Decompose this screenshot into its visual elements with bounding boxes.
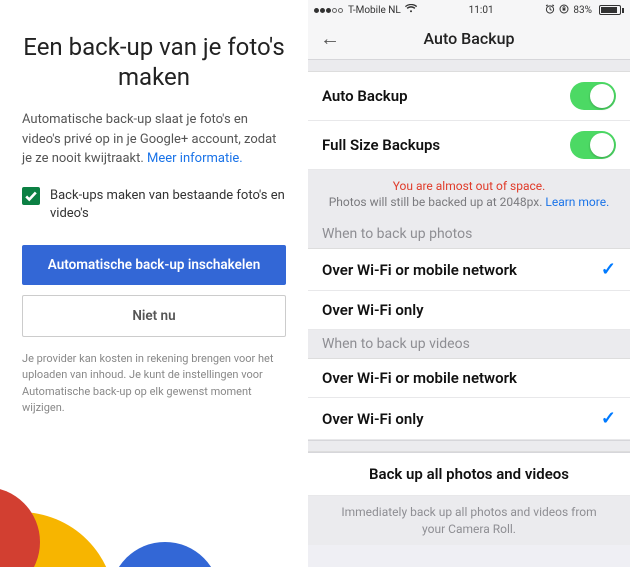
battery-icon	[596, 5, 624, 15]
checkbox-icon[interactable]	[22, 187, 40, 205]
checkmark-icon: ✓	[601, 259, 616, 280]
option-label: Over Wi-Fi only	[322, 301, 424, 319]
section-header-photos: When to back up photos	[308, 220, 630, 249]
auto-backup-toggle-row[interactable]: Auto Backup	[308, 72, 630, 121]
orientation-lock-icon	[559, 4, 569, 17]
section-header-videos: When to back up videos	[308, 330, 630, 359]
learn-more-link[interactable]: Learn more.	[545, 195, 609, 209]
storage-warning: You are almost out of space. Photos will…	[308, 170, 630, 220]
onboarding-dialog: Een back-up van je foto's maken Automati…	[0, 0, 308, 567]
row-label: Auto Backup	[322, 87, 408, 105]
existing-backup-checkbox-row[interactable]: Back-ups maken van bestaande foto's en v…	[22, 187, 286, 223]
nav-bar: ← Auto Backup	[308, 18, 630, 60]
enable-backup-button[interactable]: Automatische back-up inschakelen	[22, 245, 286, 285]
photos-option-wifi-only[interactable]: Over Wi-Fi only	[308, 291, 630, 330]
full-size-toggle-row[interactable]: Full Size Backups	[308, 121, 630, 170]
not-now-button[interactable]: Niet nu	[22, 295, 286, 337]
option-label: Over Wi-Fi only	[322, 410, 424, 428]
wifi-icon	[405, 4, 417, 16]
videos-option-wifi-mobile[interactable]: Over Wi-Fi or mobile network	[308, 359, 630, 398]
settings-screen: T-Mobile NL 11:01 83% ← Auto Backup	[308, 0, 630, 567]
status-time: 11:01	[469, 5, 494, 16]
warning-title: You are almost out of space.	[324, 178, 614, 194]
toggle-switch[interactable]	[570, 131, 616, 159]
option-label: Over Wi-Fi or mobile network	[322, 261, 517, 279]
carrier-label: T-Mobile NL	[348, 5, 401, 16]
videos-option-wifi-only[interactable]: Over Wi-Fi only ✓	[308, 398, 630, 440]
status-bar: T-Mobile NL 11:01 83%	[308, 0, 630, 18]
back-button[interactable]: ←	[308, 26, 352, 51]
description: Automatische back-up slaat je foto's en …	[22, 110, 286, 169]
photos-option-wifi-mobile[interactable]: Over Wi-Fi or mobile network ✓	[308, 249, 630, 291]
checkmark-icon: ✓	[601, 408, 616, 429]
warning-subtitle: Photos will still be backed up at 2048px…	[329, 195, 543, 209]
alarm-icon	[545, 4, 555, 17]
backup-all-button[interactable]: Back up all photos and videos	[308, 452, 630, 496]
action-footnote: Immediately back up all photos and video…	[308, 496, 630, 544]
page-title: Een back-up van je foto's maken	[22, 32, 286, 92]
battery-pct: 83%	[573, 5, 592, 16]
signal-icon	[314, 5, 344, 16]
nav-title: Auto Backup	[308, 29, 630, 48]
row-label: Full Size Backups	[322, 136, 440, 154]
checkbox-label: Back-ups maken van bestaande foto's en v…	[50, 187, 286, 223]
more-info-link[interactable]: Meer informatie.	[147, 151, 243, 166]
option-label: Over Wi-Fi or mobile network	[322, 369, 517, 387]
toggle-switch[interactable]	[570, 82, 616, 110]
